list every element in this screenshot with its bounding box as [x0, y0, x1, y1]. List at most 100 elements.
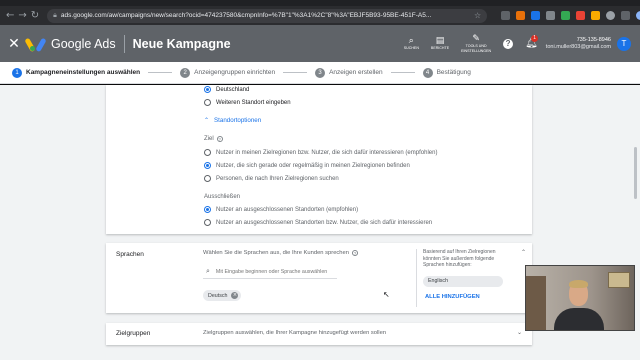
target-option-search[interactable]: Personen, die nach Ihren Zielregionen su…: [204, 175, 339, 182]
address-bar[interactable]: 🔒︎ ads.google.com/aw/campaigns/new/searc…: [47, 8, 488, 23]
reports-button[interactable]: ▤ BERICHTE: [431, 36, 449, 51]
radio-label: Nutzer an ausgeschlossenen Standorten (e…: [216, 206, 359, 213]
suggestion-text: Basierend auf Ihren Zielregionen könnten…: [423, 249, 496, 268]
account-email: toni.muller803@gmail.com: [545, 43, 611, 50]
search-label: SUCHEN: [403, 46, 419, 50]
chevron-up-icon[interactable]: ⌃: [521, 249, 526, 256]
radio-label: Nutzer in meinen Zielregionen bzw. Nutze…: [216, 149, 438, 156]
target-option-presence[interactable]: Nutzer, die sich gerade oder regelmäßig …: [204, 162, 410, 169]
extension-icon[interactable]: [501, 11, 511, 20]
language-search-input[interactable]: [215, 268, 328, 275]
radio-label: Weiteren Standort eingeben: [216, 99, 291, 106]
radio-button[interactable]: [204, 206, 211, 213]
radio-button[interactable]: [204, 162, 211, 169]
account-info[interactable]: 735-135-8946 toni.muller803@gmail.com: [546, 37, 611, 51]
step-connector: [283, 72, 308, 73]
target-label: Ziel: [204, 136, 214, 142]
profile-icon[interactable]: [636, 11, 640, 20]
location-options-link[interactable]: Standortoptionen: [214, 117, 261, 124]
radio-label: Nutzer an ausgeschlossenen Standorten bz…: [216, 219, 433, 226]
location-option-germany[interactable]: Deutschland: [204, 86, 249, 93]
wrench-icon: ✎: [472, 33, 480, 44]
extension-icon[interactable]: [591, 11, 601, 20]
exclude-option-interest[interactable]: Nutzer an ausgeschlossenen Standorten bz…: [204, 219, 432, 226]
step-label: Bestätigung: [436, 69, 471, 76]
audiences-description: Zielgruppen auswählen, die Ihrer Kampagn…: [203, 330, 387, 336]
address-bar-url[interactable]: ads.google.com/aw/campaigns/new/search?o…: [61, 12, 431, 19]
extension-icons: [501, 11, 640, 20]
add-all-button[interactable]: ALLE HINZUFÜGEN: [425, 294, 480, 300]
exclude-option-presence[interactable]: Nutzer an ausgeschlossenen Standorten (e…: [204, 206, 358, 213]
radio-button[interactable]: [204, 86, 211, 93]
forward-arrow-icon[interactable]: →: [18, 10, 26, 22]
radio-button[interactable]: [204, 219, 211, 226]
locations-card: Deutschland Weiteren Standort eingeben ⌃…: [106, 85, 532, 234]
lock-icon: 🔒︎: [53, 11, 57, 19]
webcam-overlay: [525, 265, 635, 331]
tools-settings-button[interactable]: ✎ TOOLS UND EINSTELLUNGEN: [461, 34, 491, 54]
step-number: 3: [315, 67, 326, 78]
extension-icon[interactable]: [561, 11, 571, 20]
extension-icon[interactable]: [531, 11, 541, 20]
extension-icon[interactable]: [516, 11, 526, 20]
radio-label: Nutzer, die sich gerade oder regelmäßig …: [216, 162, 410, 169]
notification-badge: 1: [531, 35, 539, 42]
audiences-title: Zielgruppen: [116, 330, 151, 337]
search-icon: ⌕: [408, 36, 414, 46]
help-icon[interactable]: ?: [216, 136, 223, 142]
avatar[interactable]: T: [617, 36, 631, 51]
reports-label: BERICHTE: [430, 46, 450, 50]
exclude-label: Ausschließen: [204, 194, 241, 200]
languages-description-text: Wählen Sie die Sprachen aus, die Ihre Ku…: [203, 250, 349, 256]
page-title: Neue Kampagne: [132, 36, 231, 51]
close-icon[interactable]: ✕: [7, 36, 21, 52]
language-search[interactable]: ⌕: [203, 265, 337, 279]
extension-icon[interactable]: [546, 11, 556, 20]
reports-icon: ▤: [435, 36, 445, 46]
step-number: 2: [180, 67, 191, 78]
radio-label: Personen, die nach Ihren Zielregionen su…: [216, 175, 339, 182]
audiences-card[interactable]: Zielgruppen Zielgruppen auswählen, die I…: [106, 323, 532, 345]
step-ad-groups[interactable]: 2 Anzeigengruppen einrichten: [180, 67, 275, 78]
remove-chip-icon[interactable]: ×: [231, 292, 239, 299]
header-tools: ⌕ SUCHEN ▤ BERICHTE ✎ TOOLS UND EINSTELL…: [392, 34, 640, 54]
help-icon[interactable]: ?: [351, 250, 358, 256]
chip-label: Deutsch: [208, 292, 228, 299]
extension-icon[interactable]: [606, 11, 616, 20]
search-button[interactable]: ⌕ SUCHEN: [404, 36, 419, 51]
location-option-other[interactable]: Weiteren Standort eingeben: [204, 99, 291, 106]
step-connector: [148, 72, 173, 73]
extension-icon[interactable]: [576, 11, 586, 20]
step-confirmation[interactable]: 4 Bestätigung: [422, 67, 471, 78]
radio-button[interactable]: [204, 99, 211, 106]
step-label: Kampagneneinstellungen auswählen: [26, 69, 141, 76]
exclude-section-label: Ausschließen: [204, 194, 240, 200]
radio-button[interactable]: [204, 175, 211, 182]
selected-language-chip[interactable]: Deutsch ×: [203, 290, 242, 301]
step-campaign-settings[interactable]: 1 Kampagneneinstellungen auswählen: [12, 67, 141, 78]
chevron-up-icon: ⌃: [204, 117, 210, 124]
location-options-toggle[interactable]: ⌃ Standortoptionen: [204, 117, 261, 124]
scrollbar-thumb[interactable]: [634, 147, 637, 199]
tools-settings-label: TOOLS UND EINSTELLUNGEN: [461, 43, 492, 53]
target-section-label: Ziel ?: [204, 136, 223, 142]
bookmark-star-icon[interactable]: ☆: [474, 11, 481, 20]
google-ads-logo: [24, 37, 47, 52]
language-suggestions: Basierend auf Ihren Zielregionen könnten…: [416, 249, 526, 307]
radio-button[interactable]: [204, 149, 211, 156]
target-option-interest[interactable]: Nutzer in meinen Zielregionen bzw. Nutze…: [204, 149, 437, 156]
step-label: Anzeigen erstellen: [329, 69, 383, 76]
campaign-stepper: 1 Kampagneneinstellungen auswählen 2 Anz…: [0, 62, 640, 84]
reload-icon[interactable]: ↻: [31, 10, 39, 22]
account-id: 735-135-8946: [576, 36, 611, 43]
notifications-bell-icon[interactable]: 🔔︎ 1: [525, 35, 539, 49]
step-number: 4: [422, 67, 433, 78]
chevron-down-icon[interactable]: ⌄: [517, 329, 522, 336]
brand-name: Google Ads: [51, 36, 116, 51]
suggested-language-chip[interactable]: Englisch: [423, 276, 503, 287]
step-create-ads[interactable]: 3 Anzeigen erstellen: [315, 67, 383, 78]
extension-icon[interactable]: [621, 11, 631, 20]
back-arrow-icon[interactable]: ←: [6, 10, 14, 22]
help-icon[interactable]: ?: [503, 38, 514, 49]
search-icon: ⌕: [206, 267, 210, 275]
